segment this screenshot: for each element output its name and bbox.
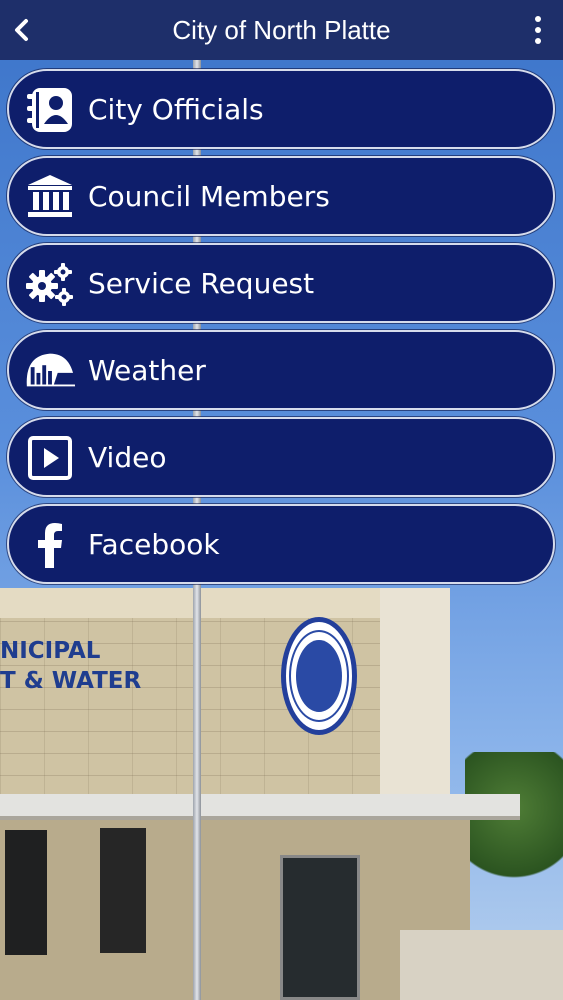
council-members-label: Council Members [88,180,330,213]
facebook-button[interactable]: Facebook [7,504,555,584]
building-sign: NICIPAL T & WATER [0,636,141,696]
overflow-menu-button[interactable] [524,12,552,48]
play-icon [23,431,77,485]
vertical-dots-icon [535,16,541,22]
main-menu: City Officials Council Members Service R… [7,69,555,591]
council-members-button[interactable]: Council Members [7,156,555,236]
address-book-icon [23,83,77,137]
entrance-canopy [0,794,520,820]
weather-label: Weather [88,354,206,387]
facebook-icon [23,518,77,572]
city-seal-logo [281,617,357,735]
seal-center [296,640,342,712]
building-cornice [0,588,380,618]
city-officials-button[interactable]: City Officials [7,69,555,149]
building-window [100,828,146,953]
video-button[interactable]: Video [7,417,555,497]
gears-icon [23,257,77,311]
weather-button[interactable]: Weather [7,330,555,410]
building-window [5,830,47,955]
facebook-label: Facebook [88,528,220,561]
tree [465,752,563,892]
app-header: City of North Platte [0,0,563,60]
building-door [280,855,360,1000]
service-request-label: Service Request [88,267,315,300]
video-label: Video [88,441,167,474]
courthouse-icon [23,170,77,224]
city-officials-label: City Officials [88,93,264,126]
weather-cloud-icon [23,344,77,398]
page-title: City of North Platte [172,15,391,45]
building-sign-line2: T & WATER [0,668,142,694]
sidewalk [400,930,563,1000]
service-request-button[interactable]: Service Request [7,243,555,323]
building-sign-line1: NICIPAL [0,638,101,664]
